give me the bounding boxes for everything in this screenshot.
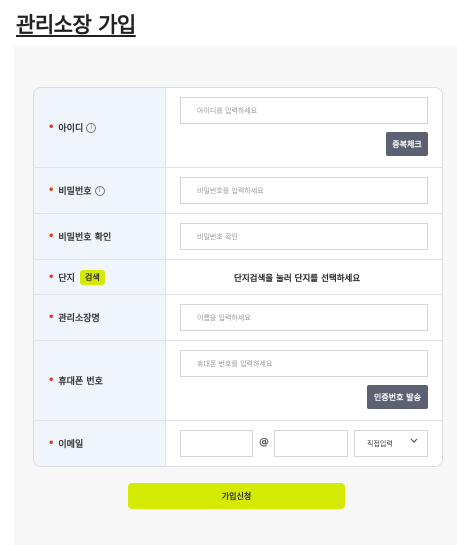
password-confirm-input[interactable]: 비밀번호 확인	[180, 223, 428, 250]
label-cell-password-confirm: • 비밀번호 확인	[34, 214, 166, 259]
required-dot: •	[48, 271, 55, 283]
required-dot: •	[48, 185, 55, 196]
complex-search-button[interactable]: 검색	[79, 269, 105, 285]
label-cell-complex: • 단지 검색	[34, 260, 166, 294]
email-domain-input[interactable]	[274, 430, 348, 457]
email-at-sign: @	[259, 437, 269, 448]
chevron-down-icon	[410, 438, 418, 446]
info-icon[interactable]: i	[94, 185, 105, 196]
label-cell-manager-name: • 관리소장명	[34, 295, 166, 340]
required-dot: •	[48, 375, 55, 386]
label-cell-id: • 아이디 i	[34, 88, 166, 167]
row-password: • 비밀번호 i 비밀번호를 입력하세요	[34, 168, 442, 214]
label-complex: 단지	[58, 273, 75, 284]
phone-input[interactable]: 휴대폰 번호를 입력하세요	[180, 350, 428, 377]
required-dot: •	[48, 312, 55, 323]
label-phone: 휴대폰 번호	[58, 377, 103, 387]
label-cell-email: • 이메일	[34, 421, 166, 466]
row-manager-name: • 관리소장명 이름을 입력하세요	[34, 295, 442, 341]
signup-form: • 아이디 i 아이디를 입력하세요 중복체크 • 비밀번호 i 비밀번호를 입…	[33, 87, 443, 467]
label-manager-name: 관리소장명	[58, 314, 100, 324]
row-email: • 이메일 @ 직접입력	[34, 421, 442, 466]
row-password-confirm: • 비밀번호 확인 비밀번호 확인	[34, 214, 442, 260]
email-local-input[interactable]	[180, 430, 253, 457]
info-icon[interactable]: i	[86, 122, 97, 133]
email-domain-select-value: 직접입력	[367, 439, 393, 448]
duplicate-check-button[interactable]: 중복체크	[386, 132, 428, 156]
password-input[interactable]: 비밀번호를 입력하세요	[180, 177, 428, 204]
label-password: 비밀번호	[58, 187, 92, 197]
required-dot: •	[48, 231, 55, 242]
send-verification-button[interactable]: 인증번호 발송	[367, 385, 428, 409]
label-password-confirm: 비밀번호 확인	[58, 233, 112, 243]
label-email: 이메일	[58, 440, 84, 450]
label-cell-phone: • 휴대폰 번호	[34, 341, 166, 420]
page-title: 관리소장 가입	[16, 13, 136, 37]
label-id: 아이디	[58, 124, 84, 134]
id-input[interactable]: 아이디를 입력하세요	[180, 97, 428, 124]
required-dot: •	[48, 122, 55, 133]
row-phone: • 휴대폰 번호 휴대폰 번호를 입력하세요 인증번호 발송	[34, 341, 442, 421]
row-id: • 아이디 i 아이디를 입력하세요 중복체크	[34, 88, 442, 168]
email-domain-select[interactable]: 직접입력	[354, 430, 428, 457]
manager-name-input[interactable]: 이름을 입력하세요	[180, 304, 428, 331]
row-complex: • 단지 검색 단지검색을 눌러 단지를 선택하세요	[34, 260, 442, 295]
label-cell-password: • 비밀번호 i	[34, 168, 166, 213]
required-dot: •	[48, 438, 55, 449]
submit-button[interactable]: 가입신청	[128, 483, 345, 509]
complex-notice: 단지검색을 눌러 단지를 선택하세요	[234, 274, 361, 284]
